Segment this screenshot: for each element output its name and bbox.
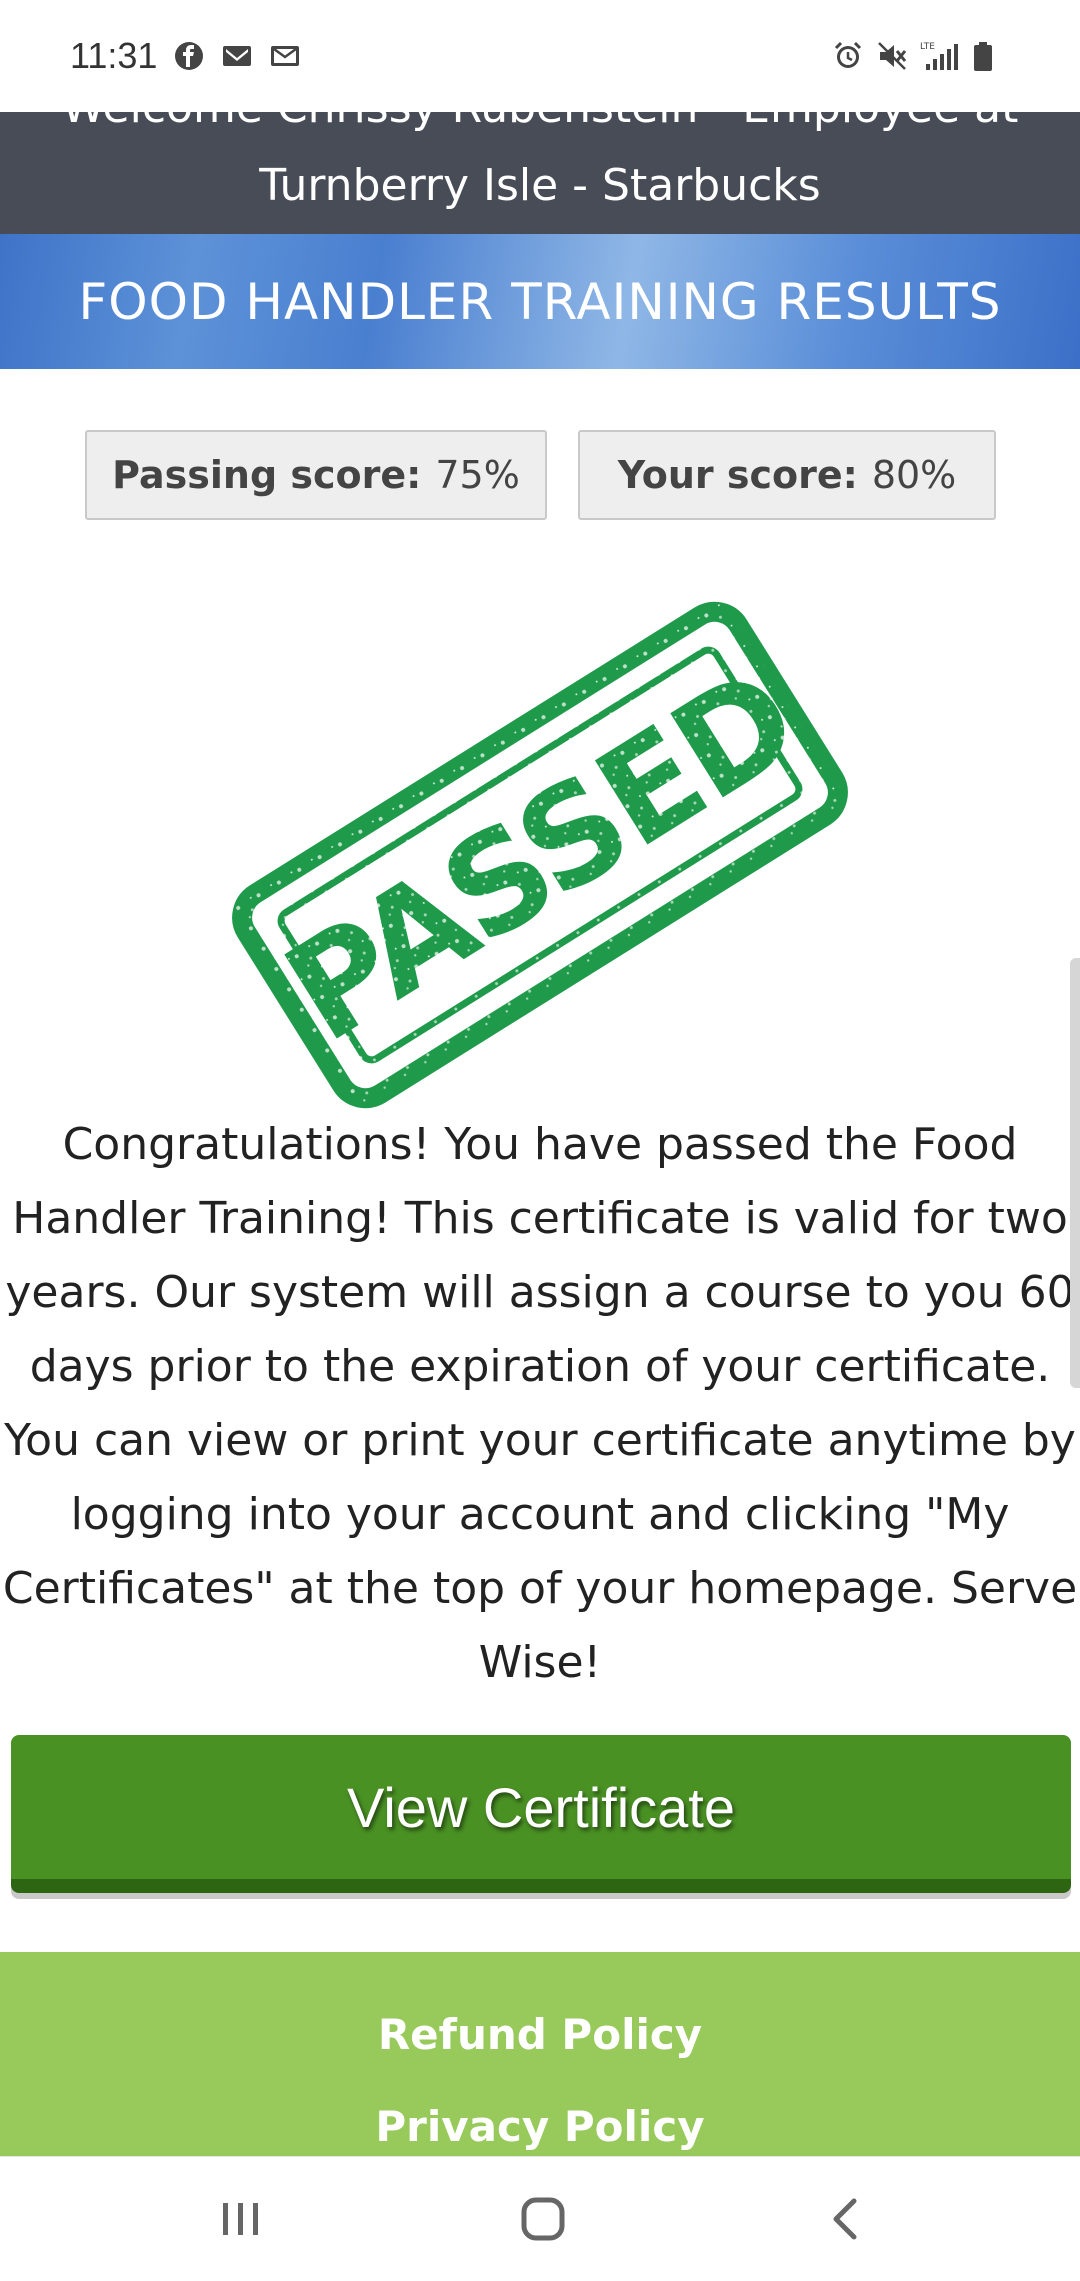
navigation-bar — [0, 2156, 1080, 2281]
back-button[interactable] — [806, 2187, 886, 2251]
view-certificate-button[interactable]: View Certificate — [11, 1735, 1071, 1893]
gmail-icon — [223, 46, 252, 66]
scrollbar-thumb[interactable] — [1070, 958, 1080, 1388]
privacy-policy-link[interactable]: Privacy Policy — [0, 2102, 1080, 2151]
welcome-text-line2: Turnberry Isle - Starbucks — [259, 160, 821, 211]
recents-button[interactable] — [201, 2187, 281, 2251]
back-icon — [833, 2198, 857, 2240]
lte-signal-icon: LTE — [920, 42, 958, 70]
facebook-icon — [175, 42, 204, 70]
home-button[interactable] — [503, 2187, 583, 2251]
status-time: 11:31 — [70, 35, 158, 76]
refund-policy-link[interactable]: Refund Policy — [0, 2010, 1080, 2059]
footer: Refund Policy Privacy Policy — [0, 1952, 1080, 2156]
results-banner: FOOD HANDLER TRAINING RESULTS — [0, 234, 1080, 369]
alarm-icon — [834, 41, 862, 68]
passing-score-value: 75% — [435, 453, 520, 497]
welcome-text-line1: Welcome Chrissy Rubenstein - Employee at — [0, 112, 1080, 138]
passing-score-box: Passing score: 75% — [85, 430, 547, 520]
your-score-box: Your score: 80% — [578, 430, 996, 520]
your-score-value: 80% — [871, 453, 957, 497]
page-title: FOOD HANDLER TRAINING RESULTS — [78, 272, 1002, 331]
passing-score-label: Passing score: — [112, 453, 422, 497]
passed-stamp: PASSED — [231, 601, 849, 1109]
mute-icon — [878, 42, 907, 70]
network-label: LTE — [920, 42, 935, 52]
home-icon — [521, 2197, 565, 2241]
recents-icon — [223, 2203, 258, 2235]
battery-icon — [974, 42, 992, 71]
status-left: 11:31 — [70, 35, 301, 77]
status-right: LTE — [832, 40, 994, 72]
mail-icon — [271, 46, 300, 66]
your-score-label: Your score: — [617, 453, 858, 497]
status-bar: 11:31 LTE — [0, 0, 1080, 112]
welcome-header: Welcome Chrissy Rubenstein - Employee at… — [0, 112, 1080, 234]
congratulations-message: Congratulations! You have passed the Foo… — [2, 1119, 1078, 1688]
